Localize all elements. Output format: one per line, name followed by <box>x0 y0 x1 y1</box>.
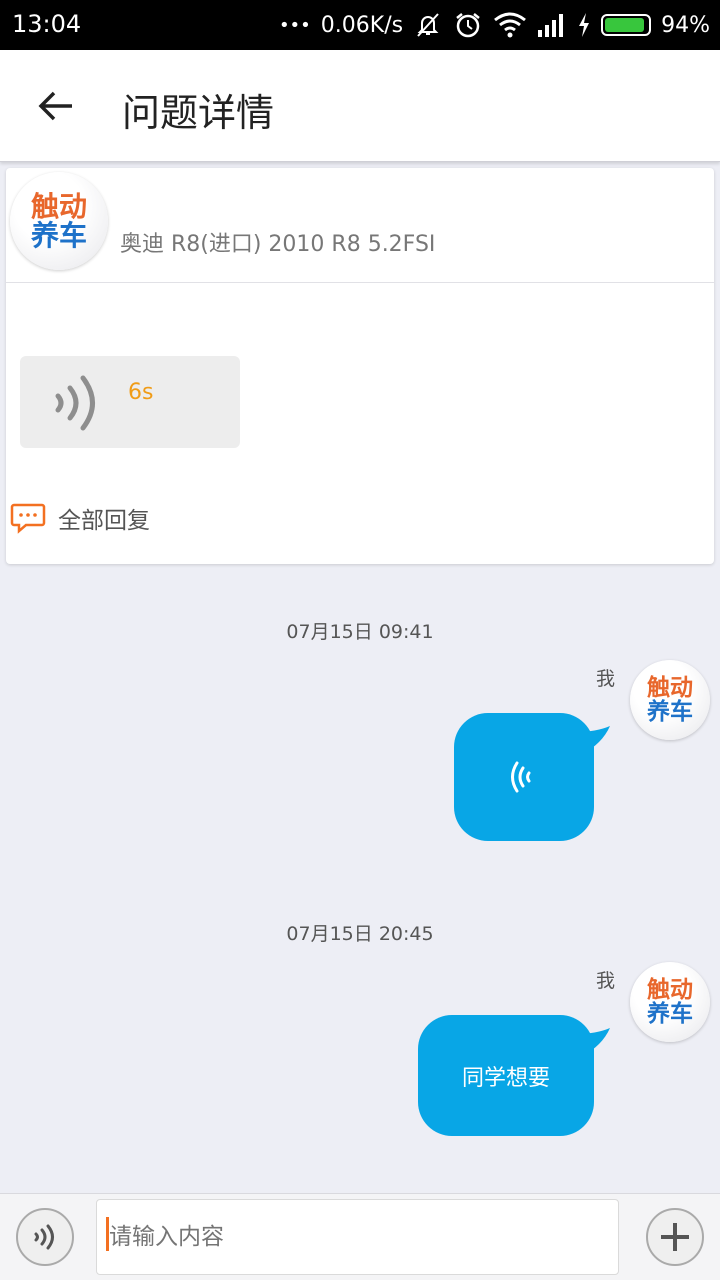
plus-icon <box>661 1223 689 1251</box>
avatar-logo-line2: 养车 <box>647 1001 693 1027</box>
message-input[interactable] <box>96 1199 619 1275</box>
voice-duration: 6s <box>128 380 154 405</box>
battery-level <box>605 18 645 32</box>
car-model: 奥迪 R8(进口) 2010 R8 5.2FSI <box>120 232 436 257</box>
silent-icon <box>413 10 443 40</box>
signal-icon <box>537 12 567 38</box>
avatar[interactable]: 触动 养车 <box>10 172 108 270</box>
back-button[interactable] <box>28 78 84 134</box>
avatar[interactable]: 触动 养车 <box>630 660 710 740</box>
wifi-icon <box>493 11 527 39</box>
alarm-icon <box>453 10 483 40</box>
voice-input-button[interactable] <box>16 1208 74 1266</box>
avatar-logo-line1: 触动 <box>647 674 693 701</box>
net-speed: 0.06K/s <box>320 12 404 38</box>
add-attachment-button[interactable] <box>646 1208 704 1266</box>
question-card: 触动 养车 奥迪 R8(进口) 2010 R8 5.2FSI 6s 全部回复 <box>6 168 714 564</box>
avatar-logo-line2: 养车 <box>647 699 693 725</box>
voice-wave-icon <box>34 1224 54 1250</box>
page-title: 问题详情 <box>122 91 275 135</box>
sender-label: 我 <box>596 970 616 992</box>
status-icons: ••• 0.06K/s 94% <box>279 8 710 42</box>
text-caret <box>106 1217 109 1251</box>
back-arrow-icon <box>38 91 72 121</box>
message-timestamp: 07月15日 20:45 <box>286 923 434 945</box>
text-message-bubble[interactable]: 同学想要 <box>418 1015 594 1136</box>
voice-message-bubble[interactable] <box>454 713 594 841</box>
chat-bubble-icon <box>10 503 46 534</box>
battery-text: 94% <box>661 12 710 38</box>
voice-wave-icon <box>511 761 531 793</box>
charging-icon <box>577 12 591 38</box>
avatar-logo-line2: 养车 <box>30 219 87 252</box>
voice-message-button[interactable]: 6s <box>20 356 240 448</box>
battery-icon <box>601 14 652 36</box>
all-replies-label: 全部回复 <box>58 508 150 534</box>
status-dots: ••• <box>278 14 311 36</box>
question-header: 触动 养车 奥迪 R8(进口) 2010 R8 5.2FSI <box>6 168 714 283</box>
input-bar <box>0 1193 720 1280</box>
voice-wave-icon <box>55 375 95 431</box>
avatar-logo-line1: 触动 <box>30 189 87 223</box>
all-replies-link[interactable]: 全部回复 <box>10 498 150 538</box>
status-bar: 13:04 ••• 0.06K/s 94% <box>0 0 720 50</box>
message-timestamp: 07月15日 09:41 <box>286 621 434 643</box>
app-bar: 问题详情 <box>0 50 720 162</box>
message-text: 同学想要 <box>461 1065 550 1091</box>
sender-label: 我 <box>596 668 616 690</box>
avatar-logo-line1: 触动 <box>647 976 693 1003</box>
status-time: 13:04 <box>12 10 82 38</box>
avatar[interactable]: 触动 养车 <box>630 962 710 1042</box>
